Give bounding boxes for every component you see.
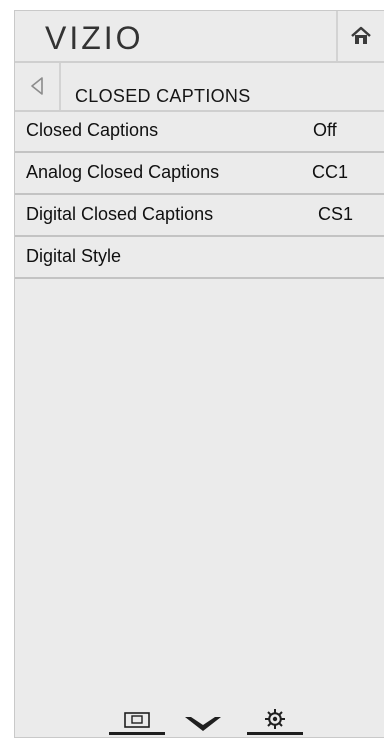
menu-item-label: Digital Closed Captions <box>26 204 214 224</box>
home-icon <box>351 26 371 44</box>
menu-item-value: Off <box>313 120 337 140</box>
menu-item-value: CC1 <box>312 162 349 182</box>
home-button[interactable] <box>336 11 384 61</box>
menu-list: Closed Captions Off Analog Closed Captio… <box>15 111 384 279</box>
vizio-v-icon[interactable] <box>179 707 235 739</box>
menu-item-digital-closed-captions[interactable]: Digital Closed Captions CS1 <box>15 195 384 237</box>
menu-item-analog-closed-captions[interactable]: Analog Closed Captions CC1 <box>15 153 384 195</box>
menu-item-label: Closed Captions <box>26 120 159 140</box>
sub-header: CLOSED CAPTIONS <box>15 63 384 112</box>
menu-item-label: Digital Style <box>26 246 122 266</box>
back-button[interactable] <box>15 63 61 110</box>
vizio-logo: VIZIO <box>45 20 144 56</box>
menu-panel: VIZIO CLOSED CAPTIONS Closed Captions Of… <box>14 10 384 738</box>
picture-in-picture-icon[interactable] <box>109 707 165 739</box>
bottom-navigation <box>109 707 303 739</box>
menu-item-value: CS1 <box>318 204 354 224</box>
menu-item-digital-style[interactable]: Digital Style <box>15 237 384 279</box>
settings-gear-icon[interactable] <box>247 707 303 739</box>
back-arrow-icon <box>31 77 43 95</box>
menu-item-label: Analog Closed Captions <box>26 162 220 182</box>
top-bar: VIZIO <box>15 11 384 63</box>
menu-item-closed-captions[interactable]: Closed Captions Off <box>15 111 384 153</box>
page-title: CLOSED CAPTIONS <box>75 86 251 106</box>
logo-text: VIZIO <box>45 20 144 56</box>
